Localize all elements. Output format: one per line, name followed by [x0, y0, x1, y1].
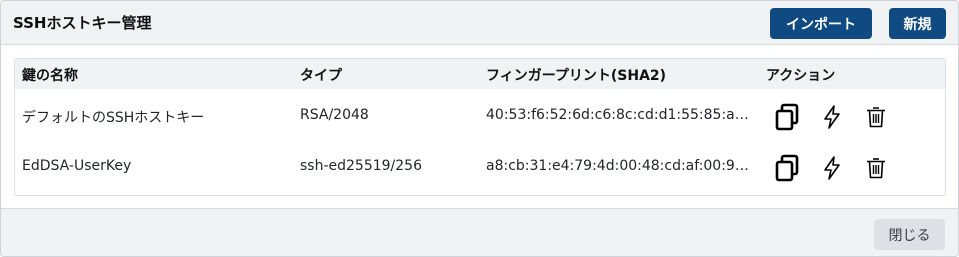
- key-name-cell: EdDSA-UserKey: [22, 158, 132, 174]
- dialog-body: 鍵の名称 タイプ フィンガープリント(SHA2) アクション デフォルトのSSH…: [1, 46, 958, 207]
- copy-icon[interactable]: [773, 153, 803, 183]
- trash-icon[interactable]: [861, 102, 891, 132]
- key-type-cell: ssh-ed25519/256: [300, 158, 422, 174]
- fingerprint-cell: a8:cb:31:e4:79:4d:00:48:cd:af:00:9f:7…: [486, 158, 752, 174]
- key-name-cell: デフォルトのSSHホストキー: [22, 110, 205, 126]
- close-button[interactable]: 閉じる: [874, 219, 945, 250]
- lightning-icon[interactable]: [817, 102, 847, 132]
- key-type-cell: RSA/2048: [300, 107, 369, 123]
- import-button[interactable]: インポート: [770, 8, 872, 39]
- fingerprint-cell: 40:53:f6:52:6d:c6:8c:cd:d1:55:85:a0:c…: [486, 107, 752, 123]
- table-row: EdDSA-UserKey ssh-ed25519/256 a8:cb:31:e…: [15, 143, 945, 193]
- host-key-table: 鍵の名称 タイプ フィンガープリント(SHA2) アクション デフォルトのSSH…: [14, 58, 946, 196]
- ssh-host-key-dialog: SSHホストキー管理 インポート 新規 鍵の名称 タイプ フィンガープリント(S…: [0, 0, 959, 257]
- column-header-fingerprint: フィンガープリント(SHA2): [486, 68, 667, 84]
- lightning-icon[interactable]: [817, 153, 847, 183]
- new-button[interactable]: 新規: [889, 8, 946, 39]
- column-header-type: タイプ: [300, 68, 342, 84]
- row-actions: [773, 102, 913, 132]
- column-header-name: 鍵の名称: [22, 68, 78, 84]
- trash-icon[interactable]: [861, 153, 891, 183]
- copy-icon[interactable]: [773, 102, 803, 132]
- table-header: 鍵の名称 タイプ フィンガープリント(SHA2) アクション: [15, 59, 945, 89]
- dialog-footer: 閉じる: [1, 208, 958, 256]
- column-header-actions: アクション: [766, 68, 836, 84]
- table-row: デフォルトのSSHホストキー RSA/2048 40:53:f6:52:6d:c…: [15, 92, 945, 142]
- dialog-header: SSHホストキー管理 インポート 新規: [1, 1, 958, 45]
- row-actions: [773, 153, 913, 183]
- dialog-title: SSHホストキー管理: [13, 14, 152, 32]
